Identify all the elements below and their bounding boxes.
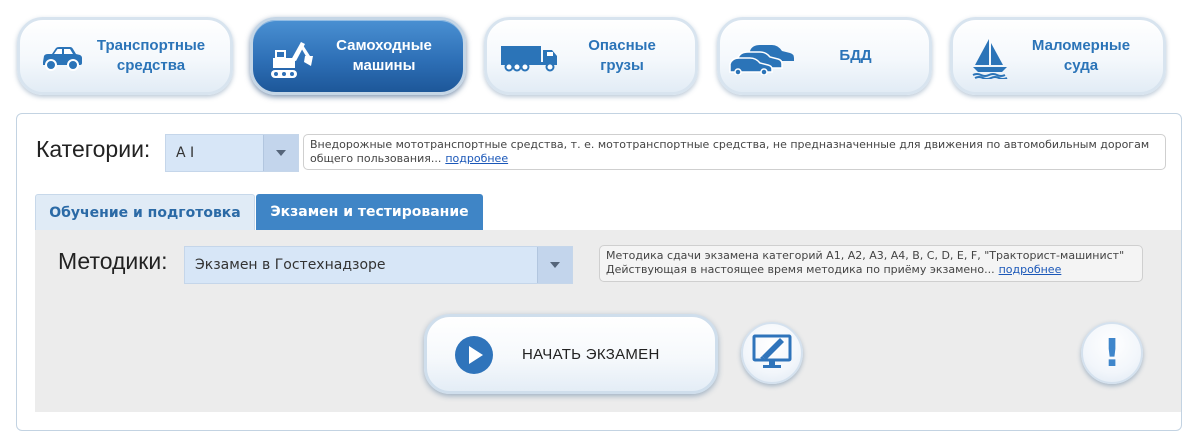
nav-item-label: Маломерные суда (1031, 37, 1131, 74)
excavator-icon (269, 36, 315, 80)
monitor-pen-icon (752, 332, 792, 374)
nav-item-small-boats[interactable]: Маломерные суда (950, 17, 1166, 95)
play-icon (455, 336, 493, 378)
tab-exam[interactable]: Экзамен и тестирование (256, 194, 483, 230)
category-description-text: Внедорожные мототранспортные средства, т… (310, 138, 1150, 165)
nav-item-label: Транспортные средства (96, 37, 206, 74)
method-select-value: Экзамен в Гостехнадзоре (195, 257, 386, 273)
tab-training[interactable]: Обучение и подготовка (35, 194, 255, 230)
method-select[interactable]: Экзамен в Гостехнадзоре (184, 246, 573, 284)
nav-item-label: Опасные грузы (588, 37, 656, 74)
methods-label: Методики: (58, 248, 168, 274)
car-icon (40, 36, 84, 80)
exam-tab-content: Методики: Экзамен в Гостехнадзоре Методи… (35, 230, 1181, 412)
start-exam-label: НАЧАТЬ ЭКЗАМЕН (522, 345, 660, 363)
method-more-link[interactable]: подробнее (999, 263, 1062, 276)
exclamation-icon: ! (1103, 331, 1121, 375)
start-exam-button[interactable]: НАЧАТЬ ЭКЗАМЕН (424, 314, 718, 394)
nav-item-label: Самоходные машины (336, 37, 432, 74)
test-editor-button[interactable] (741, 322, 803, 384)
method-description-line2: Действующая в настоящее время методика п… (606, 263, 995, 276)
sailboat-icon (971, 36, 1009, 80)
category-select-value: A I (176, 145, 195, 161)
chevron-down-icon[interactable] (263, 135, 298, 171)
truck-icon (499, 36, 561, 80)
nav-item-self-propelled[interactable]: Самоходные машины (250, 17, 466, 95)
cars-icon (728, 36, 796, 80)
tab-label: Экзамен и тестирование (270, 204, 469, 220)
main-panel: Категории: A I Внедорожные мототранспорт… (16, 113, 1182, 431)
method-description-line1: Методика сдачи экзамена категорий A1, A2… (606, 249, 1125, 262)
info-button[interactable]: ! (1081, 322, 1143, 384)
category-select[interactable]: A I (165, 134, 299, 172)
nav-item-road-safety[interactable]: БДД (717, 17, 932, 95)
tab-label: Обучение и подготовка (49, 204, 241, 221)
chevron-down-icon[interactable] (537, 247, 572, 283)
method-description: Методика сдачи экзамена категорий A1, A2… (599, 245, 1143, 282)
category-description: Внедорожные мототранспортные средства, т… (303, 134, 1166, 170)
category-more-link[interactable]: подробнее (445, 152, 508, 165)
nav-item-dangerous-goods[interactable]: Опасные грузы (484, 17, 698, 95)
nav-item-vehicles[interactable]: Транспортные средства (17, 17, 233, 95)
categories-label: Категории: (36, 136, 151, 162)
nav-item-label: БДД (839, 47, 872, 64)
